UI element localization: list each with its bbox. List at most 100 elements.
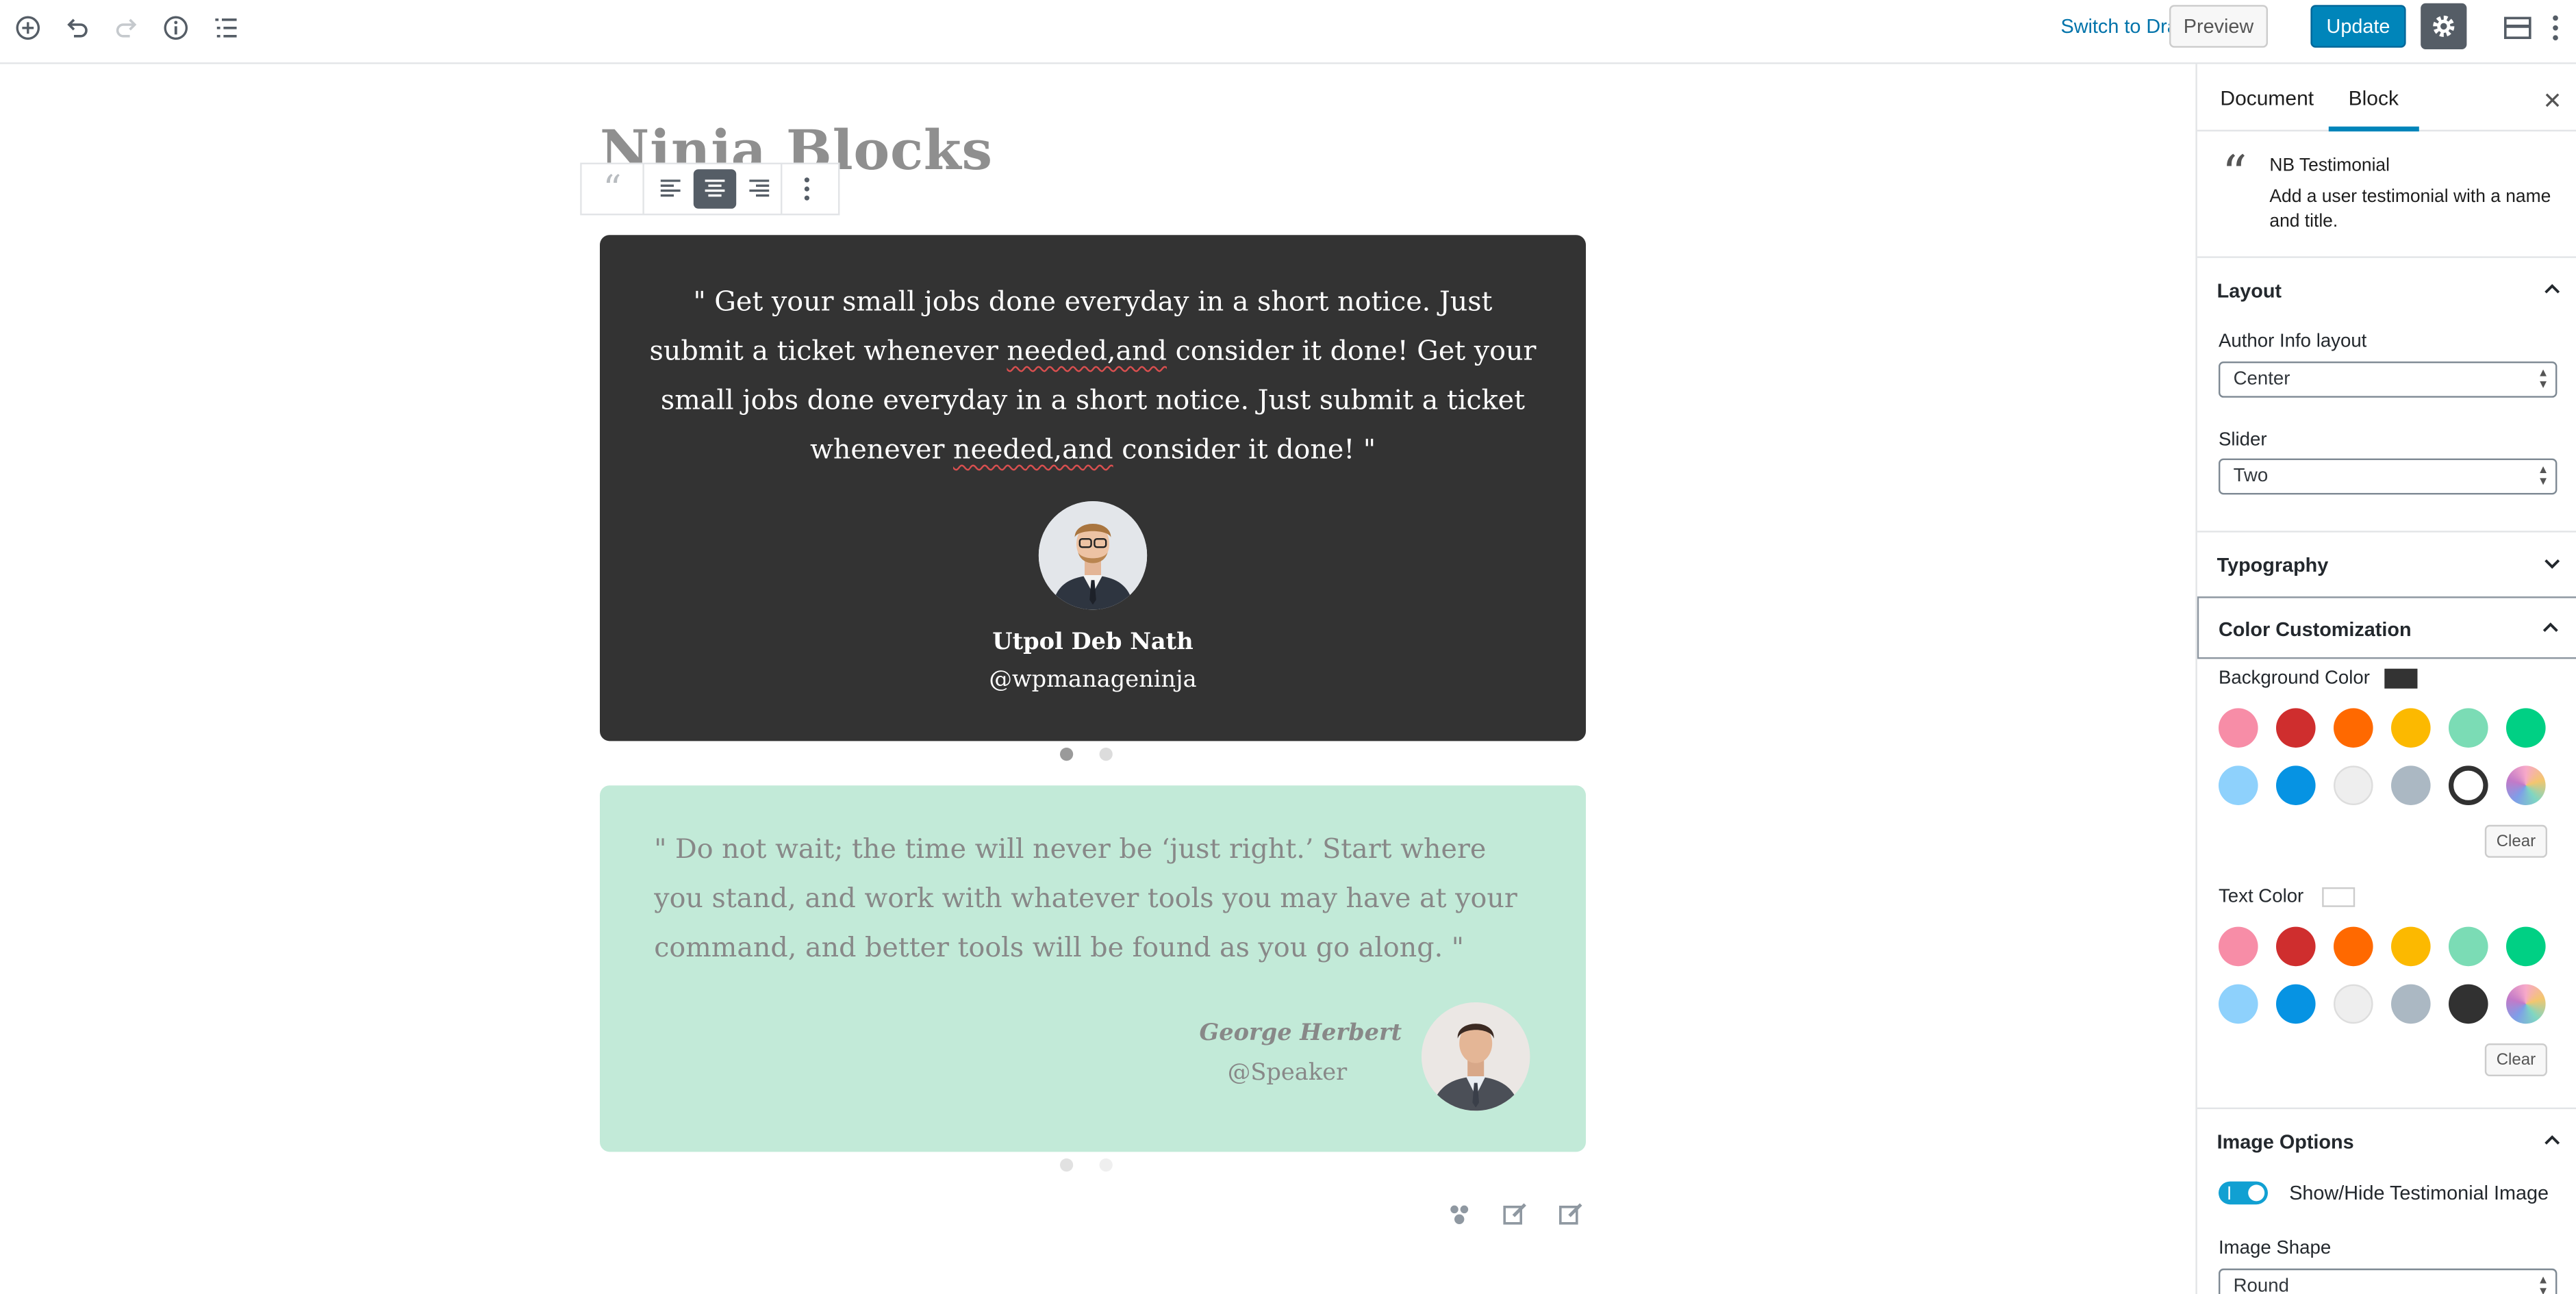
block-title: NB Testimonial	[2269, 156, 2390, 176]
author-info-layout-label: Author Info layout	[2219, 331, 2367, 352]
color-swatch-dark[interactable]	[2449, 984, 2488, 1024]
info-icon[interactable]	[157, 10, 194, 46]
add-block-icon[interactable]	[10, 10, 46, 46]
testimonial-quote[interactable]: " Get your small jobs done everyday in a…	[649, 278, 1537, 475]
color-swatch-pale-pink[interactable]	[2219, 708, 2258, 748]
align-left-icon[interactable]	[648, 164, 694, 214]
testimonial-slide-dark[interactable]: " Get your small jobs done everyday in a…	[600, 235, 1587, 741]
color-swatch-light-green[interactable]	[2449, 926, 2488, 967]
chevron-down-icon	[2542, 552, 2562, 581]
panel-layout-toggle[interactable]: Layout	[2197, 258, 2576, 324]
sidebar-tabs: Document Block ✕	[2197, 64, 2576, 131]
background-palette-row-2	[2219, 765, 2546, 805]
select-value: Center	[2233, 370, 2290, 390]
author-handle[interactable]: @wpmanageninja	[600, 667, 1586, 693]
color-swatch-pale-blue[interactable]	[2219, 984, 2258, 1024]
author-avatar[interactable]	[1038, 501, 1148, 610]
color-swatch-pale-blue[interactable]	[2219, 765, 2258, 805]
slider-dot-2[interactable]	[1099, 1158, 1113, 1172]
panel-title: Typography	[2217, 553, 2329, 577]
color-swatch-orange[interactable]	[2334, 926, 2373, 967]
author-avatar[interactable]	[1422, 1002, 1530, 1111]
color-swatch-custom-gradient[interactable]	[2506, 984, 2546, 1024]
text-palette-row-1	[2219, 926, 2546, 967]
slider-dots	[1060, 748, 1113, 761]
toggle-knob	[2248, 1184, 2265, 1202]
list-view-icon[interactable]	[207, 10, 243, 46]
redo-icon[interactable]	[108, 10, 144, 46]
color-swatch-vivid-red[interactable]	[2276, 926, 2316, 967]
clear-text-color-button[interactable]: Clear	[2484, 1043, 2548, 1077]
slider-dot-2[interactable]	[1099, 748, 1113, 761]
panel-typography-toggle[interactable]: Typography	[2197, 533, 2576, 598]
edit-block-icon[interactable]	[1502, 1201, 1532, 1230]
edit-block-icon[interactable]	[1558, 1201, 1587, 1230]
author-info-layout-select[interactable]: Center ▲ ▼	[2219, 361, 2558, 398]
color-swatch-gray[interactable]	[2391, 765, 2431, 805]
color-swatch-blue[interactable]	[2276, 984, 2316, 1024]
group-blocks-icon[interactable]	[1446, 1201, 1476, 1230]
color-swatch-light-gray[interactable]	[2334, 765, 2373, 805]
top-toolbar: Switch to Draft Preview Update	[0, 0, 2576, 64]
image-shape-select[interactable]: Round ▲ ▼	[2219, 1268, 2558, 1294]
background-palette-row-1	[2219, 708, 2546, 748]
chevron-up-icon	[2542, 1129, 2562, 1158]
color-swatch-vivid-red[interactable]	[2276, 708, 2316, 748]
block-more-options-icon[interactable]	[782, 164, 831, 214]
editor-canvas: Ninja Blocks “ " Get your small jobs don…	[0, 64, 2196, 1294]
slider-select[interactable]: Two ▲ ▼	[2219, 458, 2558, 495]
testimonial-slide-green[interactable]: " Do not wait; the time will never be ‘j…	[600, 785, 1587, 1152]
panel-image-options-toggle[interactable]: Image Options	[2197, 1109, 2576, 1175]
active-tab-indicator	[2328, 126, 2419, 131]
color-swatch-blue[interactable]	[2276, 765, 2316, 805]
close-icon[interactable]: ✕	[2542, 87, 2562, 115]
toggle-on-mark	[2228, 1186, 2230, 1200]
author-name[interactable]: Utpol Deb Nath	[600, 629, 1586, 655]
align-center-icon[interactable]	[693, 169, 737, 209]
panel-title: Color Customization	[2219, 618, 2412, 642]
quote-icon: “	[2221, 146, 2247, 204]
background-color-label: Background Color	[2219, 668, 2370, 689]
color-swatch-light-green[interactable]	[2449, 708, 2488, 748]
clear-background-button[interactable]: Clear	[2484, 824, 2548, 858]
color-swatch-green[interactable]	[2506, 708, 2546, 748]
more-options-icon[interactable]	[2538, 10, 2574, 46]
color-swatch-dark-selected[interactable]	[2449, 765, 2488, 805]
select-arrows-icon: ▲ ▼	[2537, 465, 2549, 488]
color-swatch-amber[interactable]	[2391, 926, 2431, 967]
fullwidth-icon[interactable]	[2499, 10, 2536, 46]
slider-dot-1[interactable]	[1060, 748, 1074, 761]
slider-dot-1[interactable]	[1060, 1158, 1074, 1172]
tab-document[interactable]: Document	[2220, 87, 2314, 110]
image-shape-label: Image Shape	[2219, 1239, 2332, 1259]
slider-dots	[1060, 1158, 1113, 1172]
show-image-toggle-label: Show/Hide Testimonial Image	[2289, 1181, 2549, 1205]
tab-block[interactable]: Block	[2349, 87, 2399, 110]
select-value: Two	[2233, 466, 2269, 487]
author-name[interactable]: George Herbert	[1200, 1020, 1402, 1046]
color-swatch-custom-gradient[interactable]	[2506, 765, 2546, 805]
color-swatch-pale-pink[interactable]	[2219, 926, 2258, 967]
quote-block-icon[interactable]: “	[582, 164, 644, 214]
settings-gear-icon[interactable]	[2421, 3, 2467, 49]
panel-color-customization-toggle[interactable]: Color Customization	[2197, 596, 2576, 659]
color-swatch-gray[interactable]	[2391, 984, 2431, 1024]
chevron-up-icon	[2542, 278, 2562, 307]
color-swatch-green[interactable]	[2506, 926, 2546, 967]
color-swatch-amber[interactable]	[2391, 708, 2431, 748]
preview-button[interactable]: Preview	[2169, 5, 2269, 48]
panel-title: Image Options	[2217, 1130, 2354, 1154]
color-swatch-light-gray[interactable]	[2334, 984, 2373, 1024]
text-color-indicator	[2322, 887, 2356, 907]
align-right-icon[interactable]	[736, 164, 783, 214]
undo-icon[interactable]	[59, 10, 95, 46]
inserter-shortcuts	[1446, 1201, 1587, 1230]
author-handle[interactable]: @Speaker	[1228, 1060, 1347, 1086]
block-description: Add a user testimonial with a name and t…	[2269, 187, 2551, 232]
color-swatch-orange[interactable]	[2334, 708, 2373, 748]
testimonial-quote[interactable]: " Do not wait; the time will never be ‘j…	[654, 825, 1520, 973]
update-button[interactable]: Update	[2310, 5, 2406, 48]
show-image-toggle[interactable]	[2219, 1181, 2269, 1205]
chevron-up-icon	[2540, 616, 2560, 646]
settings-sidebar: Document Block ✕ “ NB Testimonial Add a …	[2195, 64, 2576, 1294]
